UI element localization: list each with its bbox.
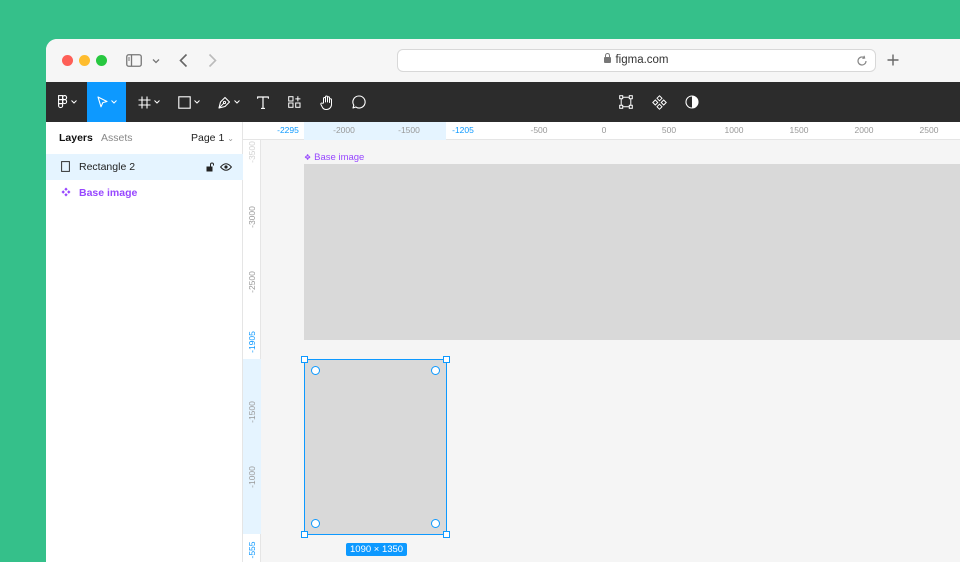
ruler-tick: 2500 xyxy=(919,125,939,135)
corner-radius-handle[interactable] xyxy=(431,366,440,375)
chevron-down-icon xyxy=(110,100,117,104)
layer-row-rectangle-2[interactable]: Rectangle 2 xyxy=(46,154,243,180)
ruler-tick: -1000 xyxy=(247,466,257,488)
ruler-selection-highlight xyxy=(304,122,446,140)
resize-handle-bottom-right[interactable] xyxy=(443,531,450,538)
url-text: figma.com xyxy=(615,54,669,66)
page-name: Page 1 xyxy=(191,132,225,144)
reload-icon[interactable] xyxy=(856,55,868,67)
page-selector[interactable]: Page 1 ⌄ xyxy=(191,132,234,144)
ruler-selection-highlight xyxy=(243,359,261,534)
hand-tool-button[interactable] xyxy=(313,82,341,122)
corner-radius-handle[interactable] xyxy=(311,366,320,375)
ruler-tick: -2500 xyxy=(247,271,257,293)
horizontal-ruler: -2295 -2000 -1500 -1205 -500 0 500 1000 … xyxy=(243,122,960,140)
frame-label[interactable]: ❖ Base image xyxy=(304,152,364,163)
base-image-component[interactable] xyxy=(304,164,960,340)
ruler-tick: 2000 xyxy=(854,125,874,135)
mask-button[interactable] xyxy=(678,82,706,122)
figma-toolbar xyxy=(46,82,960,122)
edit-object-button[interactable] xyxy=(612,82,640,122)
ruler-tick: -2000 xyxy=(333,125,355,135)
forward-icon[interactable] xyxy=(208,53,217,68)
ruler-tick: -1500 xyxy=(247,401,257,423)
pen-tool-button[interactable] xyxy=(212,82,246,122)
minimize-window-button[interactable] xyxy=(79,55,90,66)
layer-row-base-image[interactable]: Base image xyxy=(46,180,243,206)
comment-icon xyxy=(352,95,366,109)
ruler-tick: -1500 xyxy=(398,125,420,135)
resize-handle-top-left[interactable] xyxy=(301,356,308,363)
resources-tool-button[interactable] xyxy=(280,82,308,122)
frame-icon xyxy=(138,96,151,108)
vertical-ruler: -3500 -3000 -2500 -1905 -1500 -1000 -555 xyxy=(243,140,261,562)
ruler-tick: -3000 xyxy=(247,206,257,228)
unlocked-icon[interactable] xyxy=(206,162,214,172)
shape-tool-button[interactable] xyxy=(172,82,206,122)
ruler-tick: 0 xyxy=(601,125,607,135)
ruler-tick: -3500 xyxy=(247,141,257,163)
corner-radius-handle[interactable] xyxy=(311,519,320,528)
resources-icon xyxy=(287,95,300,108)
ruler-tick: -500 xyxy=(530,125,548,135)
chevron-down-icon xyxy=(70,100,77,104)
ruler-tick: 1500 xyxy=(789,125,809,135)
hand-icon xyxy=(320,95,332,110)
text-tool-button[interactable] xyxy=(249,82,277,122)
comment-tool-button[interactable] xyxy=(345,82,373,122)
main-menu-button[interactable] xyxy=(48,82,86,122)
move-tool-button[interactable] xyxy=(87,82,126,122)
corner-radius-handle[interactable] xyxy=(431,519,440,528)
close-window-button[interactable] xyxy=(62,55,73,66)
rectangle-icon xyxy=(178,95,191,109)
chevron-down-icon[interactable] xyxy=(152,58,160,64)
lock-icon xyxy=(604,53,612,63)
new-tab-icon[interactable] xyxy=(887,54,899,66)
back-icon[interactable] xyxy=(179,53,188,68)
ruler-tick: -2295 xyxy=(277,125,299,135)
pen-icon xyxy=(218,96,231,109)
ruler-tick: 500 xyxy=(661,125,677,135)
selected-rectangle[interactable] xyxy=(301,356,450,538)
component-layer-icon xyxy=(61,187,71,197)
layer-name: Rectangle 2 xyxy=(79,161,136,173)
tab-layers[interactable]: Layers xyxy=(59,132,93,144)
browser-toolbar: figma.com xyxy=(46,39,960,82)
sidebar-icon[interactable] xyxy=(126,54,142,67)
chevron-down-icon xyxy=(154,100,160,104)
component-button[interactable] xyxy=(645,82,673,122)
mask-icon xyxy=(685,95,699,109)
selection-size-badge: 1090 × 1350 xyxy=(346,543,408,556)
chevron-down-icon xyxy=(234,100,240,104)
browser-window: figma.com Layers Assets Page 1 ⌄ Rectang… xyxy=(46,39,960,562)
chevron-down-icon: ⌄ xyxy=(227,134,234,143)
layers-panel: Layers Assets Page 1 ⌄ Rectangle 2 Base … xyxy=(46,122,243,562)
resize-handle-top-right[interactable] xyxy=(443,356,450,363)
ruler-tick: -1905 xyxy=(247,331,257,353)
frame-tool-button[interactable] xyxy=(132,82,166,122)
component-icon: ❖ xyxy=(304,153,312,162)
rectangle-layer-icon xyxy=(61,161,70,172)
text-icon xyxy=(257,95,269,109)
resize-handle-bottom-left[interactable] xyxy=(301,531,308,538)
edit-object-icon xyxy=(619,95,633,109)
tab-assets[interactable]: Assets xyxy=(101,132,133,144)
eye-icon[interactable] xyxy=(220,163,232,171)
frame-label-text: Base image xyxy=(314,152,365,163)
chevron-down-icon xyxy=(194,100,200,104)
ruler-tick: -1205 xyxy=(452,125,474,135)
address-bar[interactable]: figma.com xyxy=(397,49,876,72)
move-icon xyxy=(96,96,108,108)
component-icon xyxy=(651,94,667,110)
figma-menu-icon xyxy=(57,95,67,109)
layer-name: Base image xyxy=(79,187,138,199)
url-display: figma.com xyxy=(398,53,875,66)
maximize-window-button[interactable] xyxy=(96,55,107,66)
ruler-tick: 1000 xyxy=(724,125,744,135)
design-canvas[interactable]: ❖ Base image 1090 × 1350 xyxy=(261,140,960,562)
ruler-tick: -555 xyxy=(247,541,257,559)
